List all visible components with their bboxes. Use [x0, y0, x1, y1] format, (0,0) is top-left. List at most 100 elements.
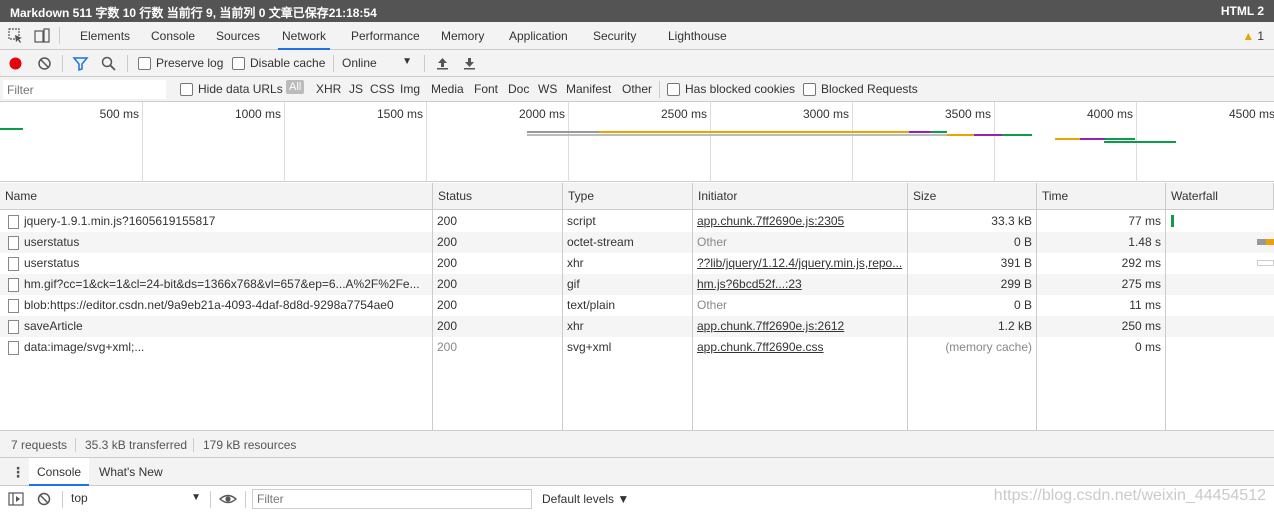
overview-bar — [0, 128, 23, 130]
table-row[interactable]: hm.gif?cc=1&ck=1&cl=24-bit&ds=1366x768&v… — [0, 274, 1274, 295]
divider — [659, 81, 660, 98]
hide-data-urls-label: Hide data URLs — [198, 82, 283, 96]
timeline-tick-label: 1500 ms — [376, 107, 423, 121]
column-header-size[interactable]: Size — [908, 183, 1037, 210]
cell-size: (memory cache) — [945, 340, 1032, 354]
sidebar-toggle-icon[interactable] — [8, 491, 24, 507]
warning-icon: ▲ — [1242, 29, 1255, 43]
cell-status: 200 — [437, 277, 458, 291]
import-har-icon[interactable] — [434, 55, 451, 72]
has-blocked-cookies-checkbox[interactable] — [667, 83, 680, 96]
search-icon[interactable] — [100, 55, 117, 72]
table-row[interactable]: saveArticle 200 xhr app.chunk.7ff2690e.js:2… — [0, 316, 1274, 337]
filter-icon[interactable] — [72, 55, 89, 72]
tab-performance[interactable]: Performance — [347, 22, 424, 50]
editor-status-text: Markdown 511 字数 10 行数 当前行 9, 当前列 0 文章已保存… — [10, 6, 377, 20]
divider — [75, 438, 76, 452]
overview-bar — [1105, 138, 1135, 140]
column-header-waterfall[interactable]: Waterfall — [1166, 183, 1274, 210]
cell-initiator[interactable]: hm.js?6bcd52f...:23 — [697, 274, 904, 295]
drawer-menu-icon[interactable]: ⋮ — [11, 464, 25, 481]
table-row[interactable]: userstatus 200 xhr ??lib/jquery/1.12.4/jque… — [0, 253, 1274, 274]
tab-memory[interactable]: Memory — [437, 22, 488, 50]
tab-application[interactable]: Application — [505, 22, 572, 50]
drawer-tab-whats-new[interactable]: What's New — [91, 458, 171, 486]
clear-console-icon[interactable] — [36, 491, 52, 507]
filter-type-css[interactable]: CSS — [370, 82, 395, 96]
preserve-log-label: Preserve log — [156, 56, 224, 70]
cell-name: data:image/svg+xml;... — [24, 340, 145, 354]
table-row[interactable]: blob:https://editor.csdn.net/9a9eb21a-40… — [0, 295, 1274, 316]
cell-size: 33.3 kB — [991, 214, 1032, 228]
tab-security[interactable]: Security — [589, 22, 640, 50]
cell-initiator[interactable]: app.chunk.7ff2690e.css — [697, 337, 904, 358]
filter-type-img[interactable]: Img — [400, 82, 420, 96]
overview-bar — [1055, 138, 1080, 140]
overview-bar — [527, 131, 599, 133]
cell-name: hm.gif?cc=1&ck=1&cl=24-bit&ds=1366x768&v… — [24, 277, 420, 291]
tab-sources[interactable]: Sources — [212, 22, 264, 50]
filter-type-font[interactable]: Font — [474, 82, 498, 96]
filter-bar: Hide data URLs All XHR JS CSS Img Media Font Do… — [0, 77, 1274, 102]
eye-icon[interactable] — [219, 491, 237, 507]
device-toolbar-icon[interactable] — [34, 28, 50, 44]
filter-type-js[interactable]: JS — [349, 82, 363, 96]
filter-type-manifest[interactable]: Manifest — [566, 82, 611, 96]
hide-data-urls-checkbox[interactable] — [180, 83, 193, 96]
context-select[interactable]: top ▼ — [71, 491, 203, 507]
timeline-tick-label: 3000 ms — [802, 107, 849, 121]
drawer-tab-console[interactable]: Console — [29, 458, 90, 486]
log-levels-select[interactable]: Default levels ▼ — [542, 492, 629, 506]
waterfall-bar — [1171, 215, 1174, 227]
filter-input[interactable] — [3, 80, 166, 99]
filter-type-doc[interactable]: Doc — [508, 82, 529, 96]
inspect-element-icon[interactable] — [8, 28, 24, 44]
column-header-type[interactable]: Type — [563, 183, 693, 210]
tab-console[interactable]: Console — [147, 22, 199, 50]
disable-cache-checkbox[interactable] — [232, 57, 245, 70]
chevron-down-icon: ▼ — [402, 56, 412, 67]
overview-bar — [1104, 141, 1176, 143]
filter-type-other[interactable]: Other — [622, 82, 652, 96]
table-row[interactable]: userstatus 200 octet-stream Other 0 B 1.48 s — [0, 232, 1274, 253]
warnings-counter[interactable]: ▲ 1 — [1242, 29, 1264, 43]
table-row[interactable]: jquery-1.9.1.min.js?1605619155817 200 scri… — [0, 211, 1274, 232]
cell-type: svg+xml — [567, 340, 612, 354]
column-header-name[interactable]: Name — [0, 183, 433, 210]
divider — [333, 55, 334, 72]
preserve-log-checkbox[interactable] — [138, 57, 151, 70]
chevron-down-icon: ▼ — [191, 492, 201, 503]
filter-type-ws[interactable]: WS — [538, 82, 557, 96]
column-divider — [692, 210, 693, 430]
cell-size: 0 B — [1013, 298, 1032, 312]
cell-initiator[interactable]: ??lib/jquery/1.12.4/jquery.min.js,repo..… — [697, 253, 904, 274]
cell-status: 200 — [437, 298, 458, 312]
cell-time: 0 ms — [1134, 340, 1161, 354]
cell-initiator[interactable]: app.chunk.7ff2690e.js:2612 — [697, 316, 904, 337]
blocked-requests-checkbox[interactable] — [803, 83, 816, 96]
cell-time: 11 ms — [1129, 298, 1161, 312]
table-row[interactable]: data:image/svg+xml;... 200 svg+xml app.chun… — [0, 337, 1274, 358]
clear-icon[interactable] — [36, 55, 53, 72]
tab-elements[interactable]: Elements — [76, 22, 134, 50]
request-count: 7 requests — [11, 438, 68, 452]
column-header-time[interactable]: Time — [1037, 183, 1166, 210]
overview-bar — [974, 134, 1002, 136]
drawer-tab-bar: ⋮ Console What's New — [0, 458, 1274, 486]
tab-lighthouse[interactable]: Lighthouse — [664, 22, 731, 50]
column-header-status[interactable]: Status — [433, 183, 563, 210]
filter-type-all[interactable]: All — [286, 80, 305, 94]
filter-type-media[interactable]: Media — [431, 82, 464, 96]
has-blocked-cookies-label: Has blocked cookies — [685, 82, 796, 96]
overview-timeline[interactable]: 500 ms 1000 ms 1500 ms 2000 ms 2500 ms 3000 m… — [0, 102, 1274, 182]
divider — [193, 438, 194, 452]
throttling-select[interactable]: Online ▼ — [342, 56, 414, 72]
export-har-icon[interactable] — [461, 55, 478, 72]
console-filter-input[interactable] — [252, 489, 532, 509]
cell-initiator[interactable]: app.chunk.7ff2690e.js:2305 — [697, 211, 904, 232]
record-button[interactable] — [7, 55, 24, 72]
filter-type-xhr[interactable]: XHR — [316, 82, 341, 96]
tab-network[interactable]: Network — [278, 22, 331, 50]
cell-time: 275 ms — [1121, 277, 1161, 291]
column-header-initiator[interactable]: Initiator — [693, 183, 908, 210]
